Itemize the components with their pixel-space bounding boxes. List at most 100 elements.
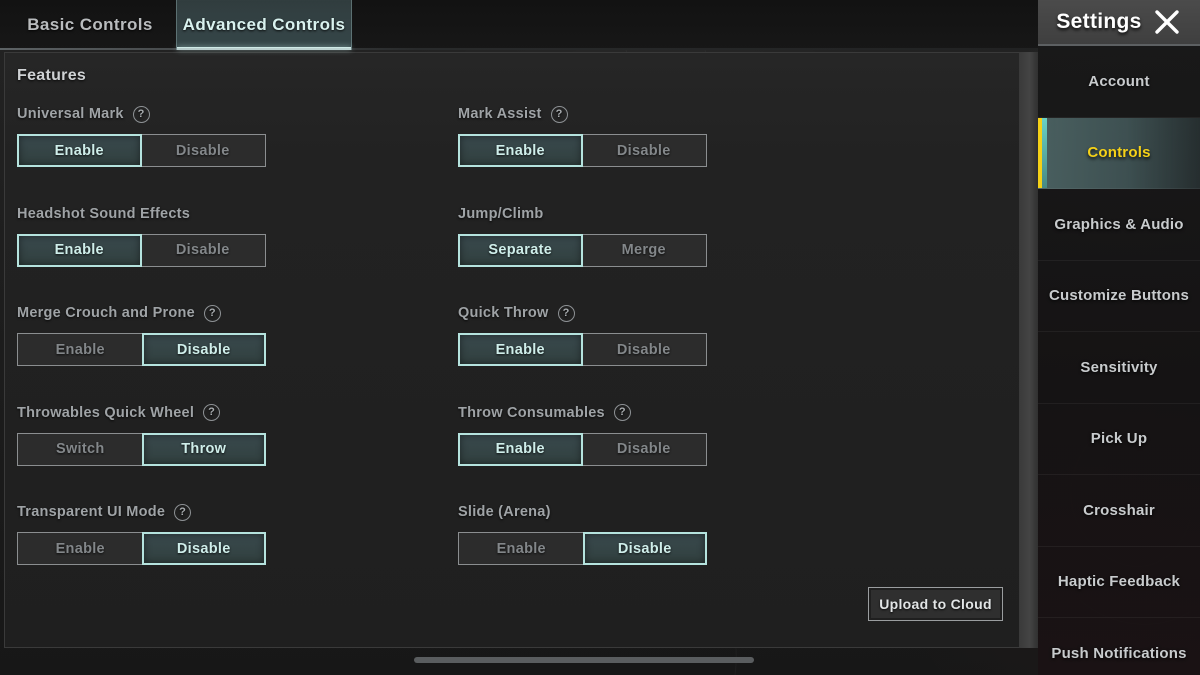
- option-universal-mark-disable[interactable]: Disable: [140, 135, 265, 166]
- setting-label-text: Throw Consumables: [458, 404, 605, 421]
- help-icon[interactable]: ?: [613, 404, 631, 421]
- sidebar-item-account[interactable]: Account: [1038, 46, 1200, 118]
- setting-label-quick-throw: Quick Throw?: [458, 302, 708, 324]
- close-icon[interactable]: [1152, 7, 1182, 37]
- sidebar-item-label: Push Notifications: [1051, 644, 1187, 662]
- setting-label-text: Jump/Climb: [458, 205, 544, 222]
- setting-label-headshot-sound-effects: Headshot Sound Effects: [17, 203, 267, 225]
- option-throwables-quick-wheel-throw[interactable]: Throw: [141, 432, 266, 466]
- setting-row-throw-consumables: Throw Consumables? Enable Disable: [458, 402, 708, 466]
- option-throw-consumables-enable[interactable]: Enable: [458, 432, 583, 466]
- setting-label-text: Slide (Arena): [458, 504, 551, 520]
- sidebar-item-label: Haptic Feedback: [1057, 573, 1181, 591]
- toggle-quick-throw: Enable Disable: [458, 333, 707, 366]
- option-slide-arena-disable[interactable]: Disable: [582, 532, 707, 565]
- option-slide-arena-enable[interactable]: Enable: [459, 533, 584, 564]
- setting-label-text: Headshot Sound Effects: [17, 205, 191, 222]
- section-title: Features: [17, 67, 87, 84]
- option-merge-crouch-and-prone-disable[interactable]: Disable: [141, 333, 266, 366]
- settings-sidebar[interactable]: Account Controls Graphics & Audio Customize…: [1038, 46, 1200, 675]
- option-jump-climb-separate[interactable]: Separate: [458, 233, 583, 267]
- sidebar-item-customize-buttons[interactable]: Customize Buttons: [1038, 261, 1200, 332]
- tab-bar: Basic Controls Advanced Controls: [0, 0, 1040, 50]
- content-hscrollbar-track[interactable]: [4, 655, 1020, 665]
- content-hscrollbar-thumb[interactable]: [414, 657, 754, 663]
- setting-label-jump-climb: Jump/Climb: [458, 203, 708, 225]
- help-icon[interactable]: ?: [550, 105, 568, 123]
- upload-to-cloud-label: Upload to Cloud: [879, 596, 992, 612]
- tab-advanced-controls[interactable]: Advanced Controls: [176, 0, 352, 50]
- option-transparent-ui-mode-enable[interactable]: Enable: [18, 533, 143, 564]
- setting-label-slide-arena: Slide (Arena): [458, 501, 708, 523]
- help-icon[interactable]: ?: [557, 304, 575, 322]
- setting-label-text: Quick Throw: [458, 305, 549, 321]
- help-icon[interactable]: ?: [132, 105, 150, 123]
- upload-to-cloud-button[interactable]: Upload to Cloud: [868, 587, 1003, 621]
- option-quick-throw-enable[interactable]: Enable: [458, 333, 583, 366]
- setting-label-text: Merge Crouch and Prone: [17, 305, 195, 321]
- sidebar-item-haptic-feedback[interactable]: Haptic Feedback: [1038, 547, 1200, 618]
- sidebar-item-label: Account: [1088, 72, 1150, 90]
- sidebar-item-label: Sensitivity: [1080, 358, 1158, 376]
- setting-row-transparent-ui-mode: Transparent UI Mode? Enable Disable: [17, 501, 267, 565]
- setting-row-headshot-sound-effects: Headshot Sound Effects Enable Disable: [17, 203, 267, 267]
- content-panel: Features Universal Mark? Enable Disable Hea…: [4, 52, 1020, 648]
- setting-row-merge-crouch-and-prone: Merge Crouch and Prone? Enable Disable: [17, 302, 267, 366]
- setting-label-throw-consumables: Throw Consumables?: [458, 402, 708, 424]
- setting-row-mark-assist: Mark Assist? Enable Disable: [458, 103, 708, 167]
- setting-label-text: Universal Mark: [17, 106, 124, 122]
- toggle-mark-assist: Enable Disable: [458, 134, 707, 167]
- setting-row-quick-throw: Quick Throw? Enable Disable: [458, 302, 708, 366]
- toggle-slide-arena: Enable Disable: [458, 532, 707, 565]
- help-icon[interactable]: ?: [203, 404, 221, 421]
- option-merge-crouch-and-prone-enable[interactable]: Enable: [18, 334, 143, 365]
- setting-label-throwables-quick-wheel: Throwables Quick Wheel?: [17, 402, 267, 424]
- sidebar-item-label: Crosshair: [1083, 501, 1155, 519]
- option-transparent-ui-mode-disable[interactable]: Disable: [141, 532, 266, 565]
- setting-label-text: Throwables Quick Wheel: [17, 404, 195, 421]
- option-throwables-quick-wheel-switch[interactable]: Switch: [18, 433, 143, 465]
- setting-row-universal-mark: Universal Mark? Enable Disable: [17, 103, 267, 167]
- settings-header: Settings: [1038, 0, 1200, 46]
- tab-basic-controls-label: Basic Controls: [27, 15, 153, 34]
- option-mark-assist-enable[interactable]: Enable: [458, 134, 583, 167]
- setting-label-mark-assist: Mark Assist?: [458, 103, 708, 125]
- sidebar-item-label: Graphics & Audio: [1054, 215, 1184, 233]
- help-icon[interactable]: ?: [203, 304, 221, 322]
- setting-label-transparent-ui-mode: Transparent UI Mode?: [17, 501, 267, 523]
- help-icon[interactable]: ?: [174, 503, 192, 521]
- content-panel-inner: Features Universal Mark? Enable Disable Hea…: [5, 53, 1019, 647]
- sidebar-item-label: Controls: [1087, 144, 1151, 162]
- sidebar-item-controls[interactable]: Controls: [1038, 117, 1200, 189]
- option-mark-assist-disable[interactable]: Disable: [581, 135, 706, 166]
- setting-row-throwables-quick-wheel: Throwables Quick Wheel? Switch Throw: [17, 402, 267, 466]
- tab-advanced-controls-label: Advanced Controls: [182, 15, 346, 34]
- setting-label-text: Mark Assist: [458, 106, 542, 122]
- option-throw-consumables-disable[interactable]: Disable: [581, 433, 706, 465]
- toggle-universal-mark: Enable Disable: [17, 134, 266, 167]
- setting-label-text: Transparent UI Mode: [17, 504, 166, 520]
- toggle-transparent-ui-mode: Enable Disable: [17, 532, 266, 565]
- sidebar-item-crosshair[interactable]: Crosshair: [1038, 475, 1200, 547]
- toggle-jump-climb: Separate Merge: [458, 233, 707, 267]
- page-title: Settings: [1056, 10, 1142, 33]
- panel-right-edge: [1020, 52, 1038, 648]
- tab-basic-controls[interactable]: Basic Controls: [10, 0, 170, 50]
- option-headshot-sound-effects-enable[interactable]: Enable: [17, 233, 142, 267]
- setting-row-jump-climb: Jump/Climb Separate Merge: [458, 203, 708, 267]
- sidebar-item-label: Pick Up: [1090, 430, 1148, 448]
- option-universal-mark-enable[interactable]: Enable: [17, 134, 142, 167]
- sidebar-item-sensitivity[interactable]: Sensitivity: [1038, 332, 1200, 404]
- option-jump-climb-merge[interactable]: Merge: [581, 234, 706, 266]
- setting-row-slide-arena: Slide (Arena) Enable Disable: [458, 501, 708, 565]
- sidebar-item-pick-up[interactable]: Pick Up: [1038, 404, 1200, 475]
- sidebar-item-push-notifications[interactable]: Push Notifications: [1038, 618, 1200, 675]
- toggle-throw-consumables: Enable Disable: [458, 432, 707, 466]
- option-headshot-sound-effects-disable[interactable]: Disable: [140, 234, 265, 266]
- sidebar-item-label: Customize Buttons: [1048, 287, 1190, 305]
- toggle-headshot-sound-effects: Enable Disable: [17, 233, 266, 267]
- setting-label-merge-crouch-and-prone: Merge Crouch and Prone?: [17, 302, 267, 324]
- sidebar-item-graphics-and-audio[interactable]: Graphics & Audio: [1038, 189, 1200, 261]
- option-quick-throw-disable[interactable]: Disable: [581, 334, 706, 365]
- settings-screen: Basic Controls Advanced Controls Feature…: [0, 0, 1200, 675]
